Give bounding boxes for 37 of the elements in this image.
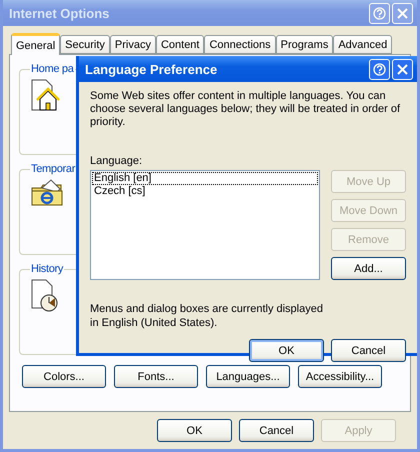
list-label: Language: — [90, 155, 143, 167]
list-item[interactable]: English [en] — [92, 172, 318, 185]
description-text: Some Web sites offer content in multiple languages. You can choose several languages below; they will be treated in order of priority. — [90, 90, 402, 129]
close-button[interactable] — [392, 2, 413, 24]
dialog-button[interactable]: OK — [249, 339, 324, 362]
panel-button[interactable]: Fonts... — [114, 365, 198, 388]
dialog-button[interactable]: OK — [157, 419, 232, 442]
close-icon — [397, 64, 408, 74]
close-button[interactable] — [392, 58, 413, 80]
note-text: Menus and dialog boxes are currently displayed in English (United States). — [90, 302, 324, 330]
clock-document-icon — [30, 279, 60, 313]
tab[interactable]: General — [11, 33, 60, 55]
help-button[interactable] — [369, 2, 390, 24]
window-title: Internet Options — [9, 6, 110, 20]
dialog-button[interactable]: Cancel — [331, 339, 406, 362]
help-icon — [373, 6, 386, 20]
tab[interactable]: Connections — [204, 35, 276, 54]
dialog-title: Language Preference — [85, 62, 218, 76]
help-button[interactable] — [369, 58, 390, 80]
group-label: Home pa — [30, 63, 75, 75]
group-label: Temporar — [30, 163, 76, 175]
dialog-button[interactable]: Cancel — [239, 419, 314, 442]
tab[interactable]: Programs — [276, 35, 334, 54]
group-label: History — [30, 263, 64, 275]
panel-button[interactable]: Accessibility... — [298, 365, 382, 388]
tab[interactable]: Advanced — [333, 35, 392, 54]
tab[interactable]: Content — [156, 35, 204, 54]
list-button[interactable]: Add... — [331, 257, 406, 280]
list-item[interactable]: Czech [cs] — [92, 185, 318, 198]
tab[interactable]: Security — [60, 35, 110, 54]
house-document-icon — [30, 79, 60, 113]
panel-button[interactable]: Languages... — [206, 365, 290, 388]
help-icon — [373, 62, 386, 76]
close-icon — [397, 8, 408, 18]
tab[interactable]: Privacy — [110, 35, 156, 54]
language-list[interactable]: English [en] Czech [cs] — [90, 170, 320, 280]
panel-button[interactable]: Colors... — [22, 365, 106, 388]
